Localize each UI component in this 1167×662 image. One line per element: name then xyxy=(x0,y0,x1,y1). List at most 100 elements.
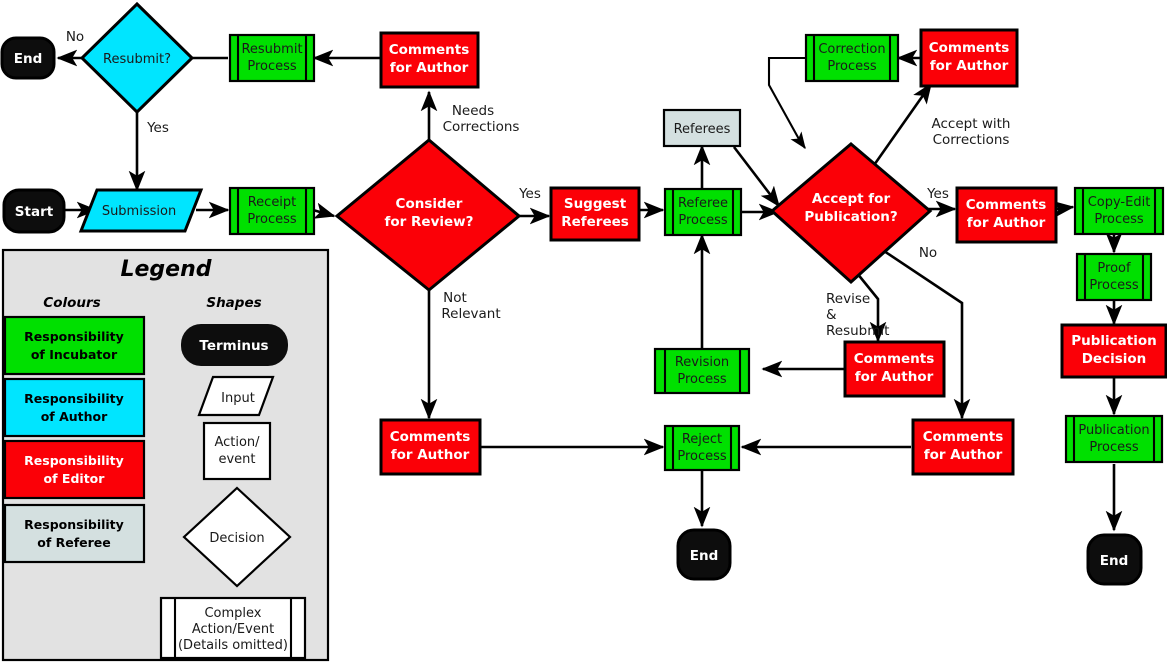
legend-swatch-incubator-line1: Responsibility xyxy=(24,329,124,344)
node-receipt-process[interactable]: Receipt Process xyxy=(228,186,316,236)
edge-label-accept-with-2: Corrections xyxy=(933,132,1010,148)
node-comments-revise[interactable]: Comments for Author xyxy=(843,340,946,398)
node-end-middle[interactable]: End xyxy=(676,528,732,581)
node-comments-notrelevant[interactable]: Comments for Author xyxy=(379,418,482,476)
node-start[interactable]: Start xyxy=(2,188,66,234)
node-comments-no[interactable]: Comments for Author xyxy=(911,418,1015,476)
node-comments-no-line1: Comments xyxy=(923,429,1004,445)
node-pubdecision-line2: Decision xyxy=(1082,351,1147,367)
legend-swatch-editor: Responsibility of Editor xyxy=(3,439,146,500)
node-copyedit-process[interactable]: Copy-Edit Process xyxy=(1073,186,1165,236)
legend-shape-complex-line1: Complex xyxy=(204,606,261,621)
node-submission[interactable]: Submission xyxy=(78,188,204,233)
node-comments-corr-line1: Comments xyxy=(929,40,1010,56)
node-comments-yes-line1: Comments xyxy=(966,197,1047,213)
node-revision-line1: Revision xyxy=(675,355,729,370)
legend-shape-terminus: Terminus xyxy=(181,324,288,366)
node-start-label: Start xyxy=(15,204,54,220)
legend-shape-complex-line2: Action/Event xyxy=(192,622,274,637)
node-suggest-line2: Referees xyxy=(561,214,629,230)
node-comments-notrelevant-line2: for Author xyxy=(391,447,470,463)
node-receipt-line1: Receipt xyxy=(248,195,297,210)
node-end-right-label: End xyxy=(1100,553,1129,569)
node-comments-revise-line1: Comments xyxy=(854,351,935,367)
edge-receipt-consider xyxy=(312,202,336,219)
node-correction-process[interactable]: Correction Process xyxy=(804,33,900,83)
node-publication-decision[interactable]: Publication Decision xyxy=(1060,323,1167,379)
node-comments-no-line2: for Author xyxy=(924,447,1003,463)
node-reject-line1: Reject xyxy=(682,432,722,447)
edge-label-not-relevant-2: Relevant xyxy=(441,306,500,322)
edge-label-no-accept: No xyxy=(919,245,937,261)
node-consider-line2: for Review? xyxy=(385,214,474,230)
legend-shape-action-line1: Action/ xyxy=(214,435,260,450)
legend-swatch-incubator-line2: of Incubator xyxy=(31,347,118,362)
edge-label-revise-3: Resubmit xyxy=(826,323,889,339)
edge-label-revise-2: & xyxy=(826,307,837,323)
node-revision-line2: Process xyxy=(677,372,727,387)
node-end-right[interactable]: End xyxy=(1086,533,1143,586)
node-referee-process-line1: Referee xyxy=(678,196,728,211)
node-suggest-line1: Suggest xyxy=(564,196,627,212)
node-suggest-referees[interactable]: Suggest Referees xyxy=(549,186,641,242)
node-copyedit-line2: Process xyxy=(1094,212,1144,227)
node-comments-revise-line2: for Author xyxy=(855,369,934,385)
node-end-left[interactable]: End xyxy=(0,36,56,80)
edge-label-not-relevant-1: Not xyxy=(443,290,467,306)
node-pubprocess-line1: Publication xyxy=(1078,423,1149,438)
edge-label-yes-accept: Yes xyxy=(926,186,949,202)
node-accept-line2: Publication? xyxy=(804,209,897,225)
edge-label-no-resubmit: No xyxy=(66,29,84,45)
legend-shape-action-line2: event xyxy=(218,452,255,467)
node-comments-top[interactable]: Comments for Author xyxy=(379,31,480,89)
edge-label-revise-1: Revise xyxy=(826,291,870,307)
node-consider-for-review[interactable]: Consider for Review? xyxy=(334,138,522,292)
node-resubmit-process[interactable]: Resubmit Process xyxy=(228,33,316,83)
legend-swatch-author: Responsibility of Author xyxy=(3,377,146,438)
node-comments-corrections[interactable]: Comments for Author xyxy=(919,28,1019,88)
node-reject-process[interactable]: Reject Process xyxy=(663,424,741,472)
legend-shape-input-label: Input xyxy=(221,391,255,406)
node-proof-process[interactable]: Proof Process xyxy=(1075,252,1153,302)
legend-colours-heading: Colours xyxy=(43,295,100,311)
node-pubprocess-line2: Process xyxy=(1089,440,1139,455)
node-referees-label: Referees xyxy=(674,122,731,137)
legend-swatch-referee: Responsibility of Referee xyxy=(3,503,146,564)
flowchart-canvas: End Resubmit? Resubmit Process Comments … xyxy=(0,0,1167,662)
node-receipt-line2: Process xyxy=(247,212,297,227)
node-accept-line1: Accept for xyxy=(812,191,891,207)
node-accept-for-publication[interactable]: Accept for Publication? xyxy=(769,142,933,285)
edge-label-accept-with-1: Accept with xyxy=(932,116,1011,132)
edge-label-yes-consider: Yes xyxy=(518,186,541,202)
edge-commentsyes-copyedit xyxy=(1052,200,1075,218)
edge-correction-accept xyxy=(767,56,806,150)
legend-swatch-editor-line2: of Editor xyxy=(44,471,106,486)
edge-label-needs-corrections-1: Needs xyxy=(452,103,494,119)
legend-shape-complex: Complex Action/Event (Details omitted) xyxy=(159,596,307,660)
node-pubdecision-line1: Publication xyxy=(1071,333,1157,349)
edge-label-yes-resubmit: Yes xyxy=(146,120,169,136)
node-comments-notrelevant-line1: Comments xyxy=(390,429,471,445)
node-publication-process[interactable]: Publication Process xyxy=(1064,414,1164,464)
node-submission-label: Submission xyxy=(102,204,176,219)
node-comments-top-line2: for Author xyxy=(390,60,469,76)
legend-shape-action: Action/ event xyxy=(202,421,272,481)
node-referees[interactable]: Referees xyxy=(662,108,742,148)
legend-shape-decision-label: Decision xyxy=(209,531,264,546)
node-comments-yes[interactable]: Comments for Author xyxy=(955,186,1058,244)
node-reject-line2: Process xyxy=(677,449,727,464)
node-proof-line2: Process xyxy=(1089,278,1139,293)
node-resubmit-label: Resubmit? xyxy=(103,52,171,67)
legend-shape-terminus-label: Terminus xyxy=(199,338,268,354)
node-end-middle-label: End xyxy=(690,548,719,564)
node-referee-process-line2: Process xyxy=(678,213,728,228)
node-correction-line2: Process xyxy=(827,59,877,74)
legend-title: Legend xyxy=(120,257,211,282)
node-resubmit-decision[interactable]: Resubmit? xyxy=(79,1,195,115)
flowchart-svg: End Resubmit? Resubmit Process Comments … xyxy=(0,1,1167,662)
legend-swatch-incubator: Responsibility of Incubator xyxy=(3,315,146,376)
node-revision-process[interactable]: Revision Process xyxy=(653,347,751,395)
node-referee-process[interactable]: Referee Process xyxy=(663,187,743,237)
node-resubmit-process-line2: Process xyxy=(247,59,297,74)
node-comments-corr-line2: for Author xyxy=(930,58,1009,74)
